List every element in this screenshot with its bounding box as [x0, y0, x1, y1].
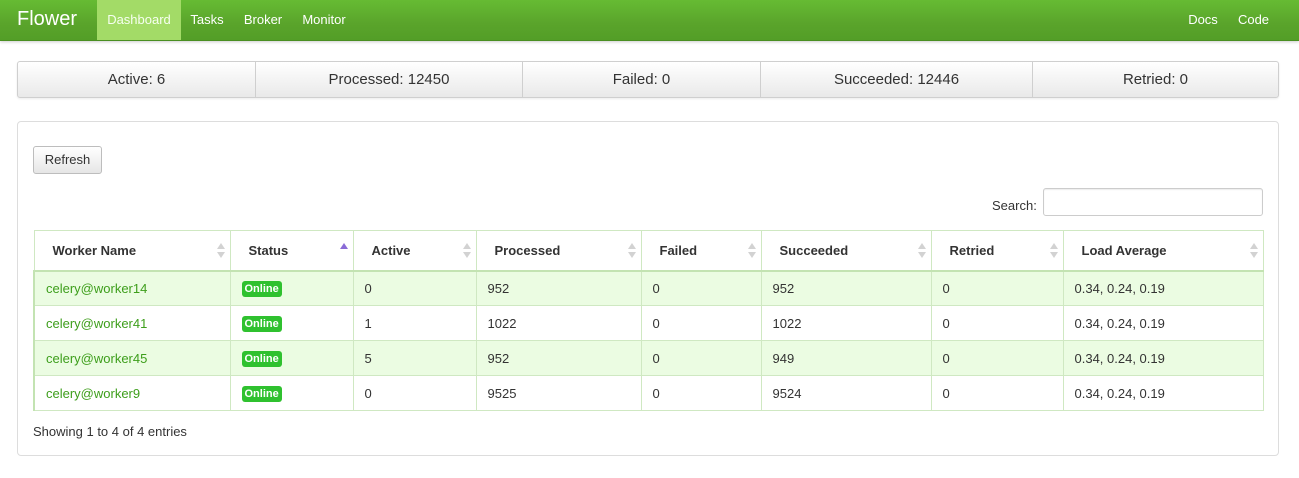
stats-bar: Active: 6 Processed: 12450 Failed: 0 Suc… [17, 61, 1279, 98]
col-label: Status [248, 242, 289, 258]
sort-both-icon [1049, 243, 1058, 259]
col-label: Processed [494, 242, 561, 258]
status-badge: Online [241, 350, 282, 367]
sort-both-icon [917, 243, 926, 259]
table-row: celery@worker14 Online 0 952 0 952 0 0.3… [33, 270, 1264, 306]
sort-both-icon [747, 243, 756, 259]
nav-tasks[interactable]: Tasks [181, 0, 233, 40]
col-failed[interactable]: Failed [640, 230, 762, 272]
status-badge: Online [241, 315, 282, 332]
cell-load-average: 0.34, 0.24, 0.19 [1062, 305, 1264, 341]
brand-logo[interactable]: Flower [17, 8, 77, 31]
sort-both-icon [627, 243, 636, 259]
status-badge: Online [241, 385, 282, 402]
col-worker-name[interactable]: Worker Name [33, 230, 231, 272]
workers-table: Worker Name Status Active Processed Fail… [33, 230, 1264, 411]
refresh-button[interactable]: Refresh [33, 146, 102, 174]
cell-processed: 952 [475, 340, 642, 376]
cell-worker-name: celery@worker9 [33, 375, 231, 411]
search-label: Search: [992, 198, 1037, 213]
col-processed[interactable]: Processed [475, 230, 642, 272]
cell-retried: 0 [930, 305, 1064, 341]
navbar: Flower Dashboard Tasks Broker Monitor Do… [0, 0, 1299, 41]
cell-status: Online [229, 270, 354, 306]
stat-active[interactable]: Active: 6 [18, 62, 256, 97]
nav-monitor[interactable]: Monitor [293, 0, 355, 40]
cell-retried: 0 [930, 340, 1064, 376]
worker-link[interactable]: celery@worker41 [46, 316, 147, 331]
nav-broker[interactable]: Broker [233, 0, 293, 40]
cell-succeeded: 952 [760, 270, 932, 306]
cell-succeeded: 1022 [760, 305, 932, 341]
table-row: celery@worker45 Online 5 952 0 949 0 0.3… [33, 340, 1264, 376]
cell-failed: 0 [640, 375, 762, 411]
cell-failed: 0 [640, 305, 762, 341]
col-label: Failed [659, 242, 698, 258]
cell-load-average: 0.34, 0.24, 0.19 [1062, 340, 1264, 376]
sort-ascending-icon [339, 243, 348, 259]
table-header-row: Worker Name Status Active Processed Fail… [33, 230, 1264, 272]
status-badge: Online [241, 280, 282, 297]
worker-link[interactable]: celery@worker45 [46, 351, 147, 366]
col-label: Succeeded [779, 242, 849, 258]
cell-active: 1 [352, 305, 477, 341]
col-succeeded[interactable]: Succeeded [760, 230, 932, 272]
cell-processed: 952 [475, 270, 642, 306]
col-label: Active [371, 242, 411, 258]
search-input[interactable] [1043, 188, 1263, 216]
col-label: Worker Name [52, 242, 137, 258]
cell-failed: 0 [640, 340, 762, 376]
col-label: Load Average [1081, 242, 1167, 258]
nav-docs[interactable]: Docs [1178, 0, 1228, 40]
stat-processed[interactable]: Processed: 12450 [256, 62, 523, 97]
stat-retried[interactable]: Retried: 0 [1033, 62, 1278, 97]
sort-both-icon [216, 243, 225, 259]
col-active[interactable]: Active [352, 230, 477, 272]
cell-status: Online [229, 375, 354, 411]
stat-failed[interactable]: Failed: 0 [523, 62, 761, 97]
col-load-average[interactable]: Load Average [1062, 230, 1264, 272]
cell-active: 0 [352, 375, 477, 411]
cell-worker-name: celery@worker41 [33, 305, 231, 341]
cell-active: 5 [352, 340, 477, 376]
cell-processed: 9525 [475, 375, 642, 411]
sort-both-icon [462, 243, 471, 259]
table-info: Showing 1 to 4 of 4 entries [33, 424, 187, 439]
col-retried[interactable]: Retried [930, 230, 1064, 272]
cell-active: 0 [352, 270, 477, 306]
cell-status: Online [229, 340, 354, 376]
table-row: celery@worker41 Online 1 1022 0 1022 0 0… [33, 305, 1264, 341]
cell-load-average: 0.34, 0.24, 0.19 [1062, 375, 1264, 411]
cell-processed: 1022 [475, 305, 642, 341]
worker-link[interactable]: celery@worker14 [46, 281, 147, 296]
cell-succeeded: 9524 [760, 375, 932, 411]
nav-code[interactable]: Code [1228, 0, 1279, 40]
stat-succeeded[interactable]: Succeeded: 12446 [761, 62, 1033, 97]
cell-failed: 0 [640, 270, 762, 306]
worker-link[interactable]: celery@worker9 [46, 386, 140, 401]
col-status[interactable]: Status [229, 230, 354, 272]
nav-dashboard[interactable]: Dashboard [97, 0, 181, 40]
workers-panel: Refresh Search: Worker Name Status Activ… [17, 121, 1279, 456]
cell-retried: 0 [930, 270, 1064, 306]
cell-worker-name: celery@worker14 [33, 270, 231, 306]
cell-status: Online [229, 305, 354, 341]
sort-both-icon [1249, 243, 1258, 259]
table-row: celery@worker9 Online 0 9525 0 9524 0 0.… [33, 375, 1264, 411]
cell-load-average: 0.34, 0.24, 0.19 [1062, 270, 1264, 306]
col-label: Retried [949, 242, 995, 258]
cell-succeeded: 949 [760, 340, 932, 376]
cell-worker-name: celery@worker45 [33, 340, 231, 376]
cell-retried: 0 [930, 375, 1064, 411]
